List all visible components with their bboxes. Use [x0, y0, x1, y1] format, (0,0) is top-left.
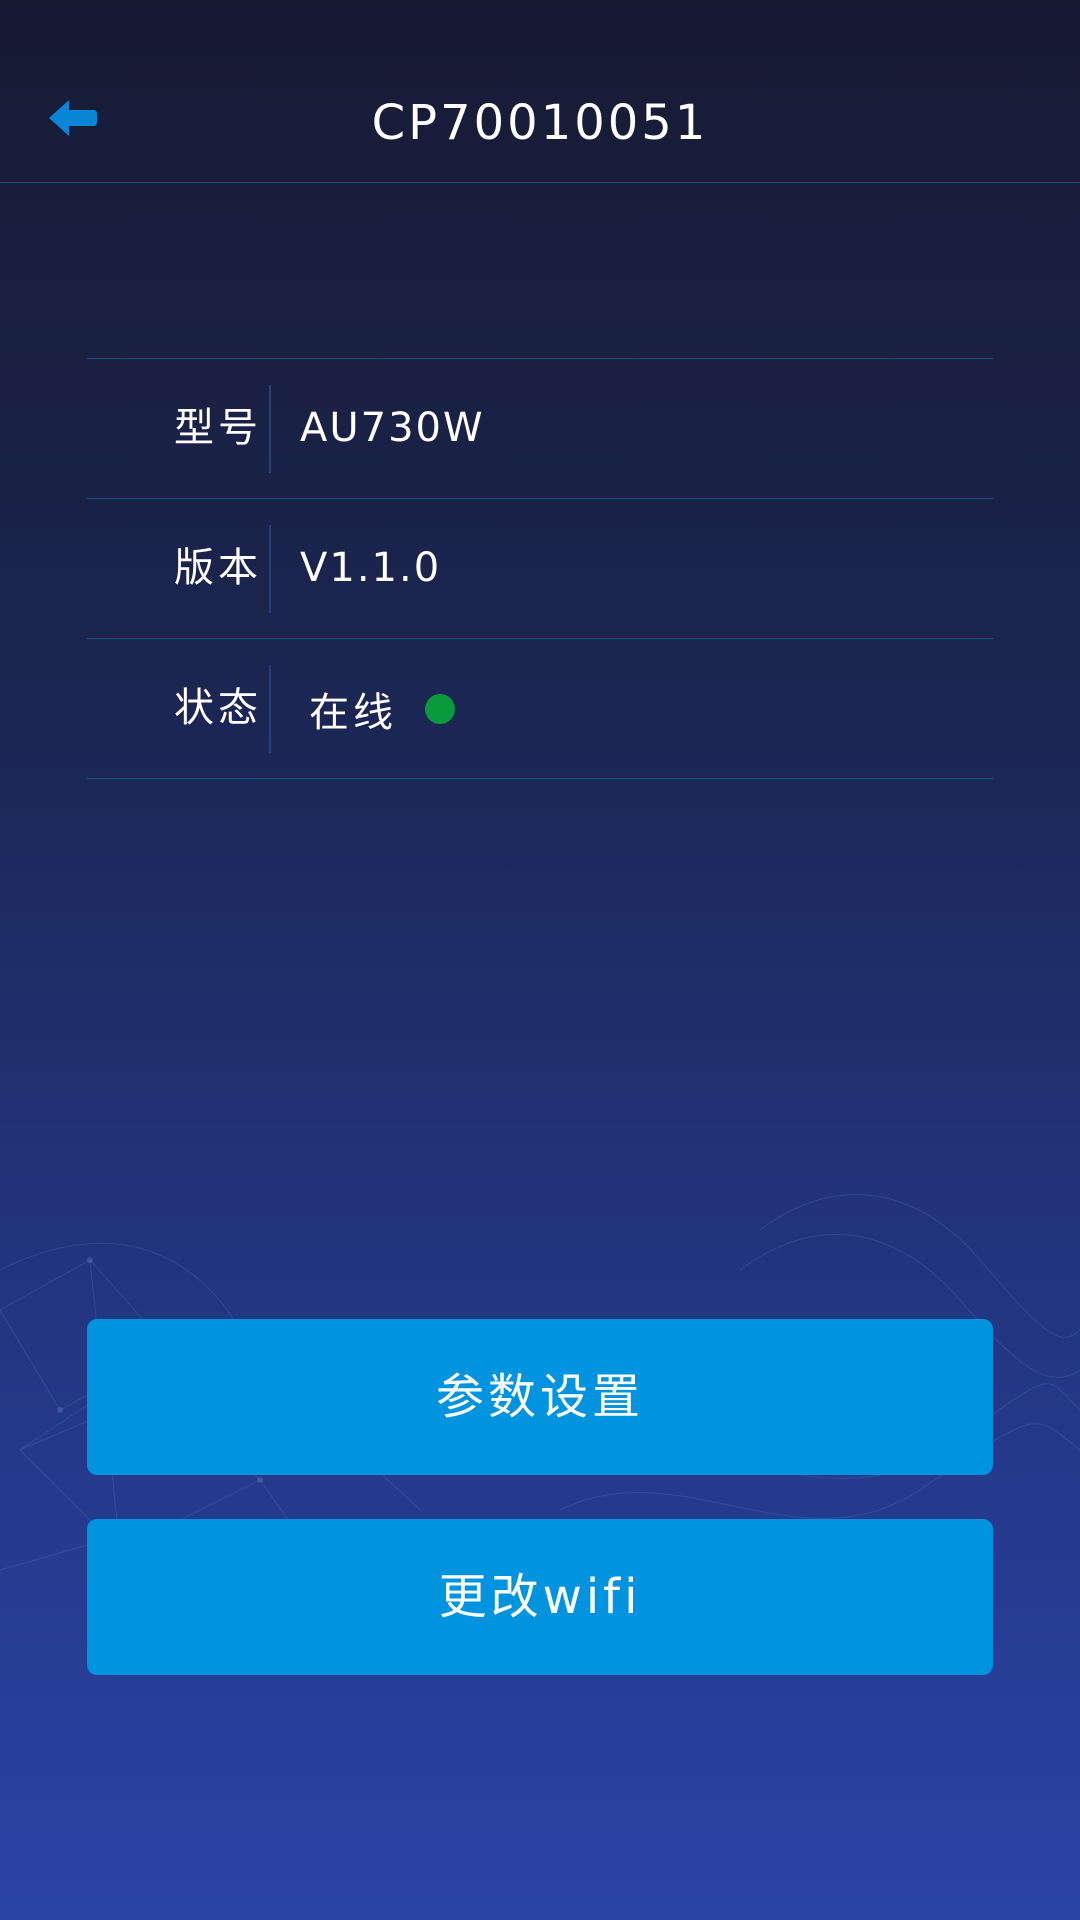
- model-value: AU730W: [300, 405, 485, 451]
- online-status-dot-icon: [425, 693, 455, 724]
- info-row-version: 版本 V1.1.0: [87, 499, 993, 639]
- model-label: 型号: [174, 405, 262, 451]
- status-value: 在线: [309, 689, 397, 736]
- status-value-group: 在线: [309, 639, 455, 778]
- page-title: CP70010051: [371, 95, 709, 151]
- device-info-table: 型号 AU730W 版本 V1.1.0 状态 在线: [87, 358, 993, 779]
- version-label: 版本: [174, 545, 262, 591]
- change-wifi-button[interactable]: 更改wifi: [87, 1519, 993, 1675]
- info-row-status: 状态 在线: [87, 639, 993, 779]
- row-divider: [269, 525, 271, 613]
- version-value: V1.1.0: [300, 545, 442, 591]
- row-divider: [269, 385, 271, 473]
- parameter-settings-button[interactable]: 参数设置: [87, 1319, 993, 1475]
- status-label: 状态: [174, 685, 262, 731]
- row-divider: [269, 665, 271, 753]
- header-bar: CP70010051: [0, 0, 1080, 183]
- info-row-model: 型号 AU730W: [87, 359, 993, 499]
